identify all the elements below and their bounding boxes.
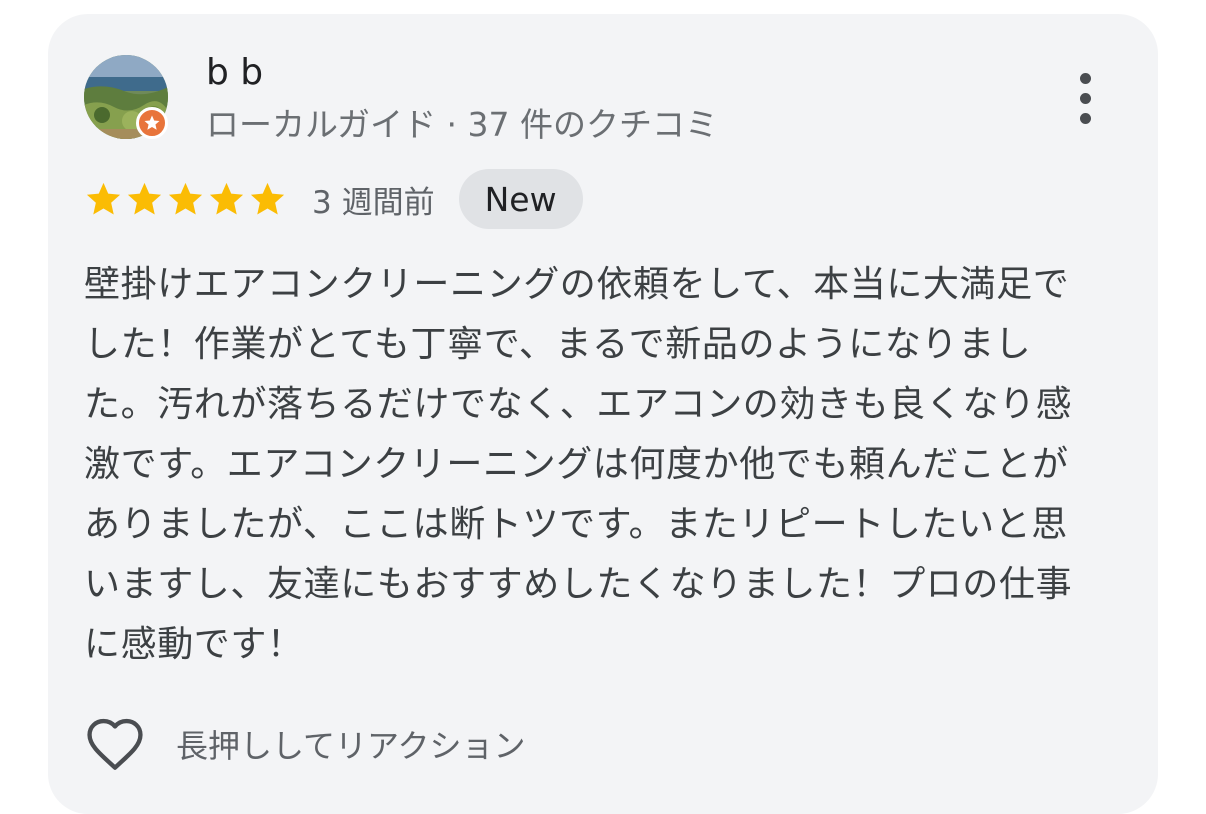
reaction-button[interactable]: 長押ししてリアクション [84, 712, 525, 776]
star-icon [168, 182, 203, 214]
rating-row: 3 週間前 New [84, 168, 583, 230]
more-options-button[interactable] [1062, 66, 1108, 130]
local-guide-badge-icon [136, 107, 168, 139]
star-icon [86, 182, 121, 214]
reaction-label: 長押ししてリアクション [176, 727, 526, 765]
star-rating [84, 180, 287, 219]
review-text: 壁掛けエアコンクリーニングの依頼をして、本当に大満足でした！作業がとても丁寧で、… [84, 264, 1073, 665]
star-icon [127, 182, 162, 214]
author-name[interactable]: b b [206, 48, 263, 98]
more-vert-icon [1079, 72, 1091, 84]
review-time: 3 週間前 [312, 184, 435, 221]
heart-outline-icon [87, 718, 143, 770]
star-icon [250, 182, 285, 214]
author-subtitle: ローカルガイド · 37 件のクチコミ [206, 105, 718, 144]
new-badge: New [458, 169, 583, 229]
star-icon [209, 182, 244, 214]
